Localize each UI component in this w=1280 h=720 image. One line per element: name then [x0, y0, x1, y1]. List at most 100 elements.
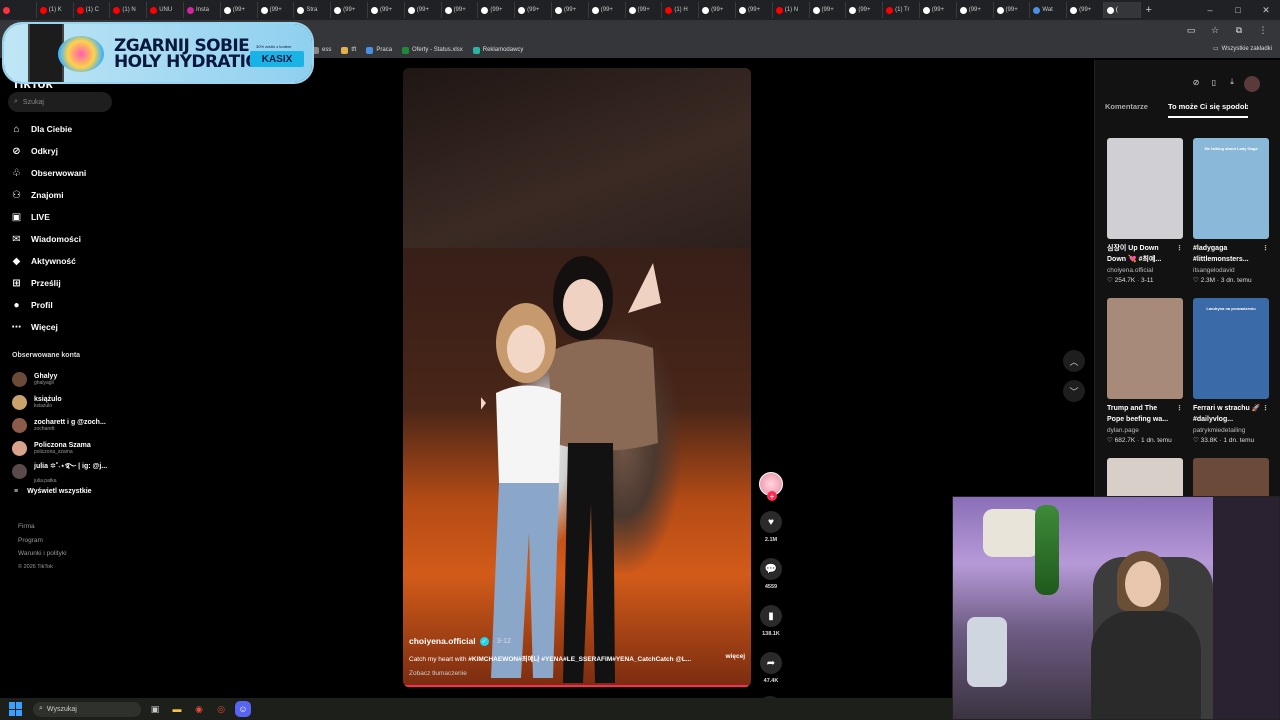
video-author[interactable]: patrykmiedetailing [1193, 427, 1269, 434]
browser-tab[interactable] [0, 2, 37, 18]
browser-tab[interactable]: (99+ [589, 2, 626, 18]
more-options-icon[interactable]: ⋮ [1262, 403, 1269, 414]
following-account[interactable]: książulo ksiazulo [12, 391, 107, 414]
follow-plus-icon[interactable]: + [767, 491, 777, 501]
show-all-button[interactable]: ≡ Wyświetl wszystkie [14, 488, 92, 495]
following-account[interactable]: zocharett i g @zoch... zocharett [12, 414, 107, 437]
browser-tab[interactable]: (99+ [368, 2, 405, 18]
star-icon[interactable]: ☆ [1208, 23, 1222, 37]
browser-tab[interactable]: (99+ [846, 2, 884, 18]
all-bookmarks[interactable]: ▭ Wszystkie zakładki [1213, 45, 1272, 53]
following-account[interactable]: julia ✲˚˖⋆࿐ | ig: @j... julia.patka [12, 460, 107, 484]
file-explorer-icon[interactable]: ▬ [169, 701, 185, 717]
bookmark-button[interactable]: ▮ 138.1K [759, 605, 783, 637]
footer-link-terms[interactable]: Warunki i polityki [18, 547, 67, 561]
browser-tab[interactable]: (99+ [994, 2, 1031, 18]
extensions-icon[interactable]: ⧉ [1232, 23, 1246, 37]
compass-icon[interactable]: ⊘ [1190, 76, 1202, 88]
more-options-icon[interactable]: ⋮ [1176, 403, 1183, 414]
more-button[interactable]: więcej [725, 653, 745, 663]
browser-tab[interactable]: (1) H [662, 2, 700, 18]
bookmark-item[interactable]: Praca [366, 46, 392, 54]
video-progress-bar[interactable] [403, 685, 751, 687]
menu-icon[interactable]: ⋮ [1256, 23, 1270, 37]
browser-tab[interactable]: Stra [294, 2, 332, 18]
browser-tab[interactable]: (99+ [221, 2, 258, 18]
start-icon[interactable] [9, 702, 23, 716]
browser-tab[interactable]: (99+ [1067, 2, 1104, 18]
recommended-video-card[interactable]: Me talking about Lady Gaga #ladygaga #lit… [1193, 138, 1269, 284]
see-translation[interactable]: Zobacz tłumaczenie [409, 670, 745, 677]
close-icon[interactable]: ✕ [1252, 0, 1280, 20]
bookmark-item[interactable]: Oferty - Status.xlsx [402, 46, 463, 54]
sidebar-item-following[interactable]: ♧ Obserwowani [10, 162, 86, 184]
browser-tab[interactable]: (1) Tr [883, 2, 920, 18]
sidebar-item-activity[interactable]: ◆ Aktywność [10, 250, 86, 272]
sidebar-item-more[interactable]: ⋯ Więcej [10, 316, 86, 338]
browser-tab[interactable]: Insta [184, 2, 221, 18]
taskbar-search[interactable]: ⌕ Wyszukaj [33, 701, 141, 717]
sidebar-item-messages[interactable]: ✉ Wiadomości [10, 228, 86, 250]
footer-link-program[interactable]: Program [18, 534, 67, 548]
browser-tab[interactable]: (99+ [699, 2, 736, 18]
bookmark-item[interactable]: ess [312, 46, 331, 54]
browser-tab[interactable]: (1) C [74, 2, 111, 18]
video-author[interactable]: choiyena.official ✓ · 3-12 [409, 636, 745, 646]
browser-tab[interactable]: (99+ [442, 2, 479, 18]
share-button[interactable]: ➦ 47.4K [759, 652, 783, 684]
chevron-up-icon[interactable]: ︿ [1063, 350, 1085, 372]
bookmark-item[interactable]: Reklamodawcy [472, 46, 523, 54]
sidebar-item-profile[interactable]: ● Profil [10, 294, 86, 316]
sidebar-item-friends[interactable]: ⚇ Znajomi [10, 184, 86, 206]
video-desc-hashtags[interactable]: #KIMCHAEWON#최예나 #YENA#LE_SSERAFIM#YENA_C… [466, 656, 691, 663]
browser-tab[interactable]: (99+ [626, 2, 663, 18]
more-options-icon[interactable]: ⋮ [1262, 243, 1269, 254]
browser-tab[interactable]: (1) N [773, 2, 810, 18]
new-tab-icon[interactable]: + [1141, 4, 1157, 16]
chrome-icon[interactable]: ◉ [191, 701, 207, 717]
browser-tab[interactable]: (99+ [478, 2, 516, 18]
browser-tab[interactable]: (99+ [258, 2, 295, 18]
video-thumbnail[interactable]: Landryna na prowadzeniu [1193, 298, 1269, 399]
sidebar-item-home[interactable]: ⌂ Dla Ciebie [10, 118, 86, 140]
discord-icon[interactable]: ☺ [235, 701, 251, 717]
maximize-icon[interactable]: □ [1224, 0, 1252, 20]
app-icon[interactable]: ◎ [213, 701, 229, 717]
video-thumbnail[interactable] [1107, 298, 1183, 399]
browser-tab[interactable]: UNU [147, 2, 184, 18]
browser-tab[interactable]: (99+ [810, 2, 847, 18]
tab-comments[interactable]: Komentarze [1105, 102, 1148, 118]
browser-tab[interactable]: (99+ [515, 2, 552, 18]
sidebar-item-compass[interactable]: ⊘ Odkryj [10, 140, 86, 162]
sidebar-item-live[interactable]: ▣ LIVE [10, 206, 86, 228]
creator-avatar[interactable]: + [759, 472, 783, 501]
recommended-video-card[interactable]: Landryna na prowadzeniu Ferrari w strachu… [1193, 298, 1269, 444]
bookmark-item[interactable]: tft [341, 46, 356, 54]
video-author[interactable]: itsangelodavid [1193, 267, 1269, 274]
sidebar-item-upload[interactable]: ⊞ Prześlij [10, 272, 86, 294]
browser-tab[interactable]: (99+ [957, 2, 994, 18]
download-icon[interactable]: ⤓ [1226, 76, 1238, 88]
task-view-icon[interactable]: ▣ [147, 701, 163, 717]
minimize-icon[interactable]: – [1196, 0, 1224, 20]
video-author[interactable]: choiyena.official [1107, 267, 1183, 274]
video-thumbnail[interactable] [1107, 138, 1183, 239]
search-input[interactable]: ⌕ Szukaj [8, 92, 112, 112]
more-options-icon[interactable]: ⋮ [1176, 243, 1183, 254]
recommended-video-card[interactable]: Trump and The Pope beefing wa... ⋮ dylan.p… [1107, 298, 1183, 444]
browser-tab[interactable]: (99+ [331, 2, 368, 18]
browser-tab[interactable]: (99+ [920, 2, 957, 18]
browser-tab[interactable]: (99+ [736, 2, 773, 18]
comment-button[interactable]: 💬 4559 [759, 558, 783, 590]
heart-button[interactable]: ♥ 2.1M [759, 511, 783, 543]
footer-link-company[interactable]: Firma [18, 520, 67, 534]
chevron-down-icon[interactable]: ﹀ [1063, 380, 1085, 402]
recommended-video-card[interactable]: 심장이 Up Down Down 💘 #최예... ⋮ choiyena.offic… [1107, 138, 1183, 284]
browser-tab[interactable]: (1) N [110, 2, 148, 18]
following-account[interactable]: Ghalyy ghalyagll [12, 368, 107, 391]
video-player[interactable]: choiyena.official ✓ · 3-12 Catch my hear… [403, 68, 751, 687]
browser-tab[interactable]: (1) K [37, 2, 74, 18]
video-author[interactable]: dylan.page [1107, 427, 1183, 434]
browser-tab[interactable]: (99+ [552, 2, 589, 18]
video-thumbnail[interactable]: Me talking about Lady Gaga [1193, 138, 1269, 239]
